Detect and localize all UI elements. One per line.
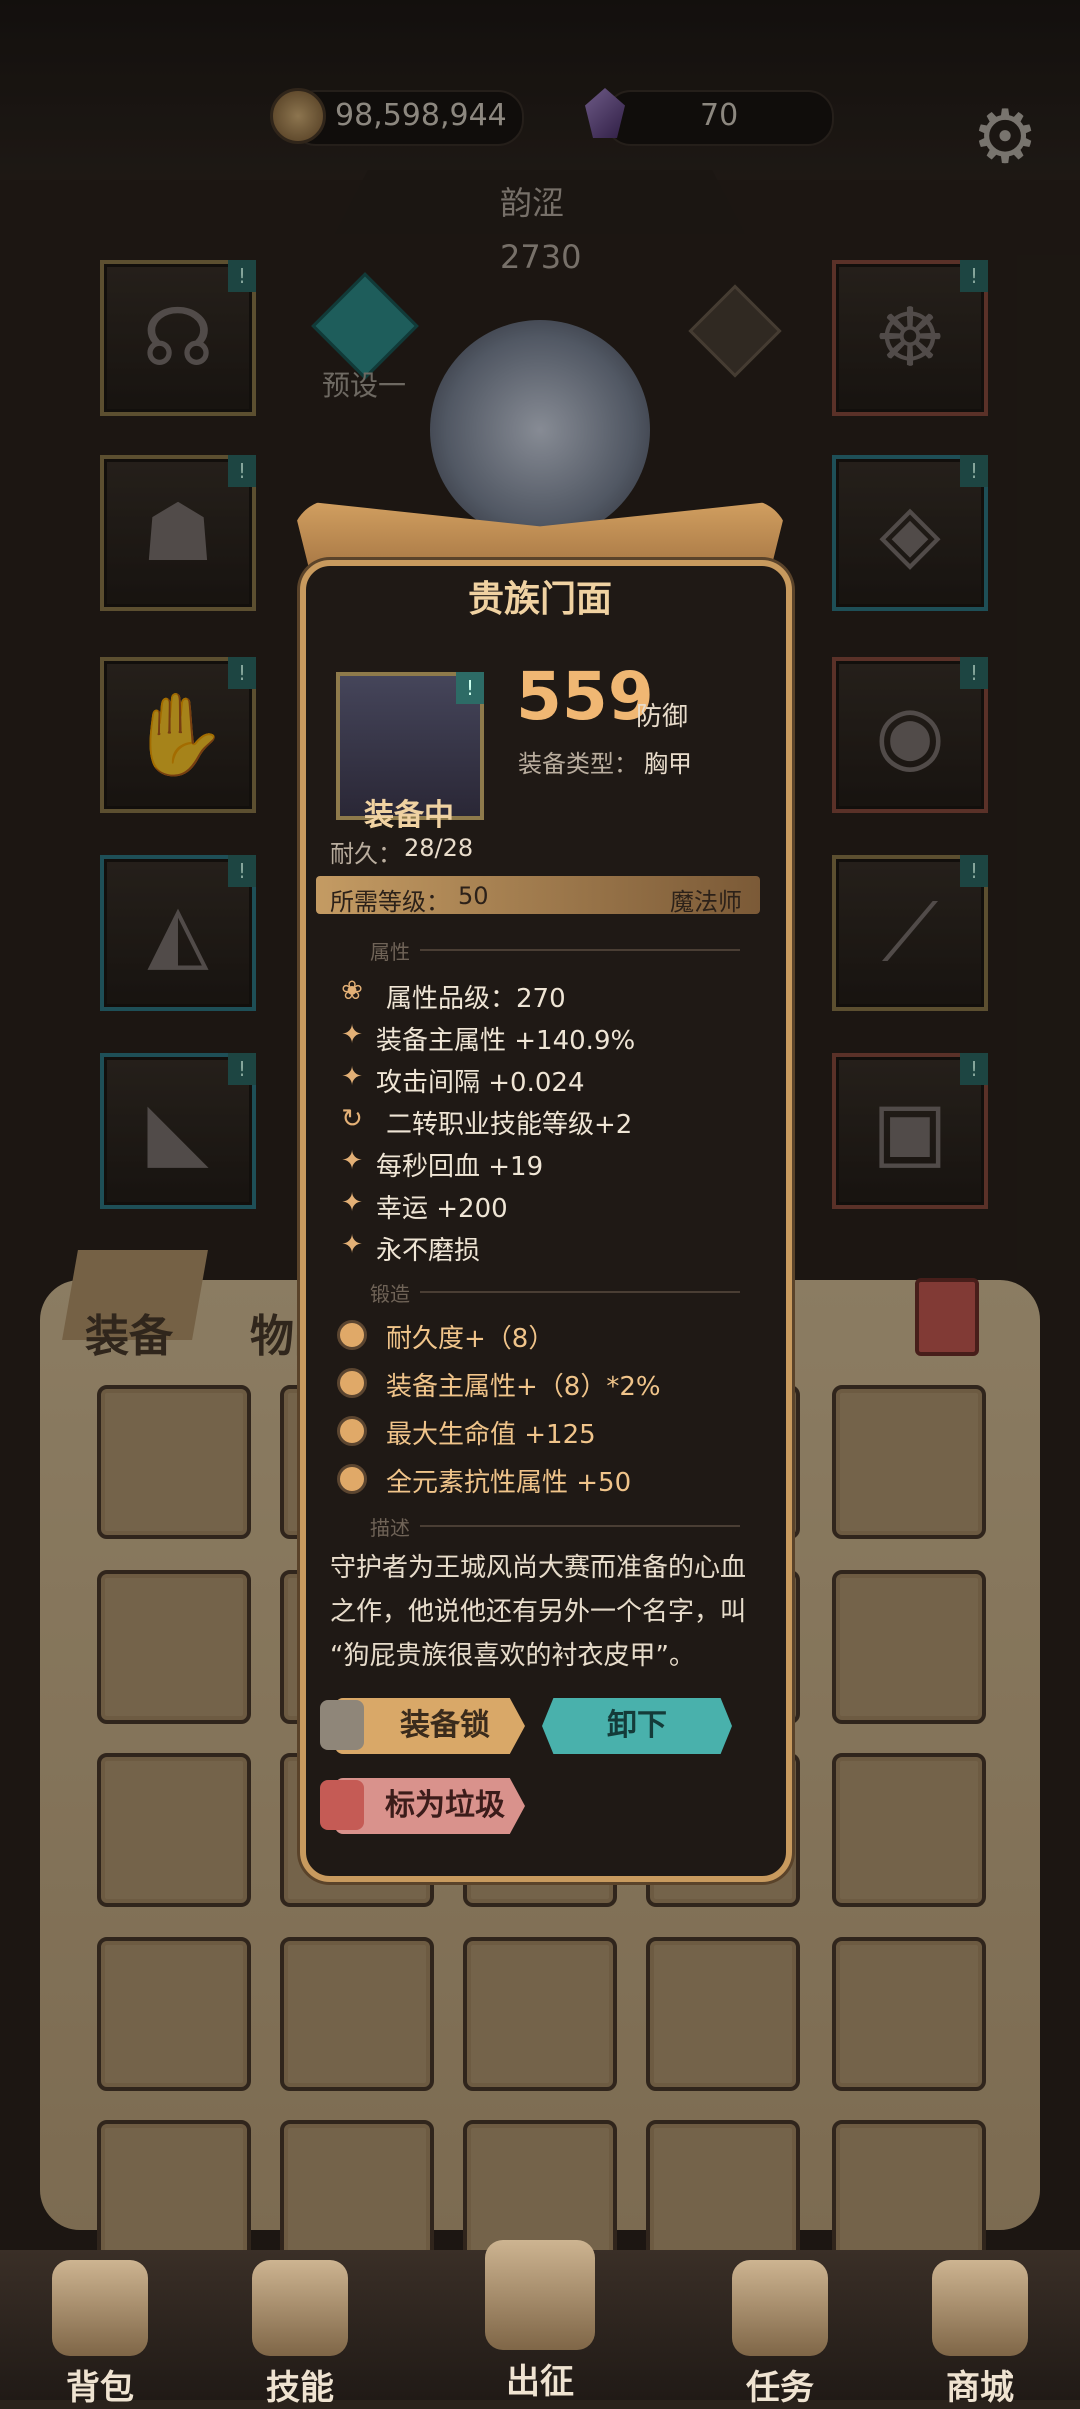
section-divider	[420, 949, 740, 951]
nav-expedition[interactable]: 出征	[440, 2240, 640, 2403]
item-tag: !	[456, 672, 484, 704]
sparkle-icon: ✦	[341, 1146, 363, 1176]
nav-label: 技能	[266, 2368, 334, 2408]
class-requirement: 魔法师	[670, 888, 742, 916]
sparkle-icon: ✦	[341, 1230, 363, 1260]
trash-bin-icon	[320, 1780, 364, 1830]
required-level-label: 所需等级：	[330, 888, 450, 916]
attribute-row: 攻击间隔 +0.024	[376, 1068, 585, 1098]
forge-row: 最大生命值 +125	[386, 1420, 596, 1450]
scroll-quest-icon	[732, 2260, 828, 2356]
defense-value: 559	[516, 658, 654, 735]
description-line: 守护者为王城风尚大赛而准备的心血	[330, 1553, 747, 1583]
forge-dot-icon	[337, 1320, 367, 1350]
lotus-icon: ❀	[341, 976, 363, 1006]
nav-quests[interactable]: 任务	[680, 2260, 880, 2409]
durability-label: 耐久：	[330, 840, 402, 868]
nav-shop[interactable]: 商城	[880, 2260, 1080, 2409]
attribute-row: 装备主属性 +140.9%	[376, 1026, 636, 1056]
forge-row: 全元素抗性属性 +50	[386, 1468, 632, 1498]
nav-backpack[interactable]: 背包	[0, 2260, 200, 2409]
section-divider	[420, 1525, 740, 1527]
sparkle-icon: ✦	[341, 1020, 363, 1050]
durability-value: 28/28	[404, 834, 474, 862]
nav-label: 任务	[746, 2368, 814, 2408]
padlock-icon	[320, 1700, 364, 1750]
lock-button-label: 装备锁	[400, 1708, 490, 1743]
nav-label: 商城	[946, 2368, 1014, 2408]
crown-shop-icon	[932, 2260, 1028, 2356]
defense-unit: 防御	[636, 702, 689, 732]
section-description: 描述	[370, 1516, 410, 1540]
sword-scroll-icon	[485, 2240, 595, 2350]
required-level-value: 50	[458, 882, 489, 910]
sparkle-icon: ✦	[341, 1062, 363, 1092]
cycle-icon: ↻	[341, 1104, 363, 1134]
attribute-row: 属性品级：270	[386, 984, 566, 1014]
type-label: 装备类型：	[518, 750, 638, 778]
forge-row: 耐久度+（8）	[386, 1324, 555, 1354]
attribute-row: 永不磨损	[376, 1236, 481, 1266]
forge-dot-icon	[337, 1464, 367, 1494]
forge-dot-icon	[337, 1416, 367, 1446]
item-name: 贵族门面	[467, 579, 612, 620]
forge-dot-icon	[337, 1368, 367, 1398]
unequip-button-label: 卸下	[607, 1708, 667, 1743]
description-line: 之作，他说他还有另外一个名字，叫	[330, 1597, 747, 1627]
sparkle-icon: ✦	[341, 1188, 363, 1218]
description-line: “狗屁贵族很喜欢的衬衣皮甲”。	[330, 1641, 695, 1671]
skill-book-icon	[252, 2260, 348, 2356]
equipped-status: 装备中	[364, 798, 454, 833]
type-value: 胸甲	[644, 750, 692, 778]
nav-label: 背包	[66, 2368, 134, 2408]
section-divider	[420, 1291, 740, 1293]
unequip-button[interactable]: 卸下	[542, 1698, 732, 1754]
nav-label: 出征	[506, 2362, 574, 2402]
nav-skills[interactable]: 技能	[200, 2260, 400, 2409]
attribute-row: 幸运 +200	[376, 1194, 508, 1224]
section-attributes: 属性	[370, 940, 410, 964]
junk-button-label: 标为垃圾	[385, 1788, 505, 1823]
attribute-row: 二转职业技能等级+2	[386, 1110, 633, 1140]
forge-row: 装备主属性+（8）*2%	[386, 1372, 661, 1402]
backpack-icon	[52, 2260, 148, 2356]
attribute-row: 每秒回血 +19	[376, 1152, 544, 1182]
section-forging: 锻造	[370, 1282, 410, 1306]
